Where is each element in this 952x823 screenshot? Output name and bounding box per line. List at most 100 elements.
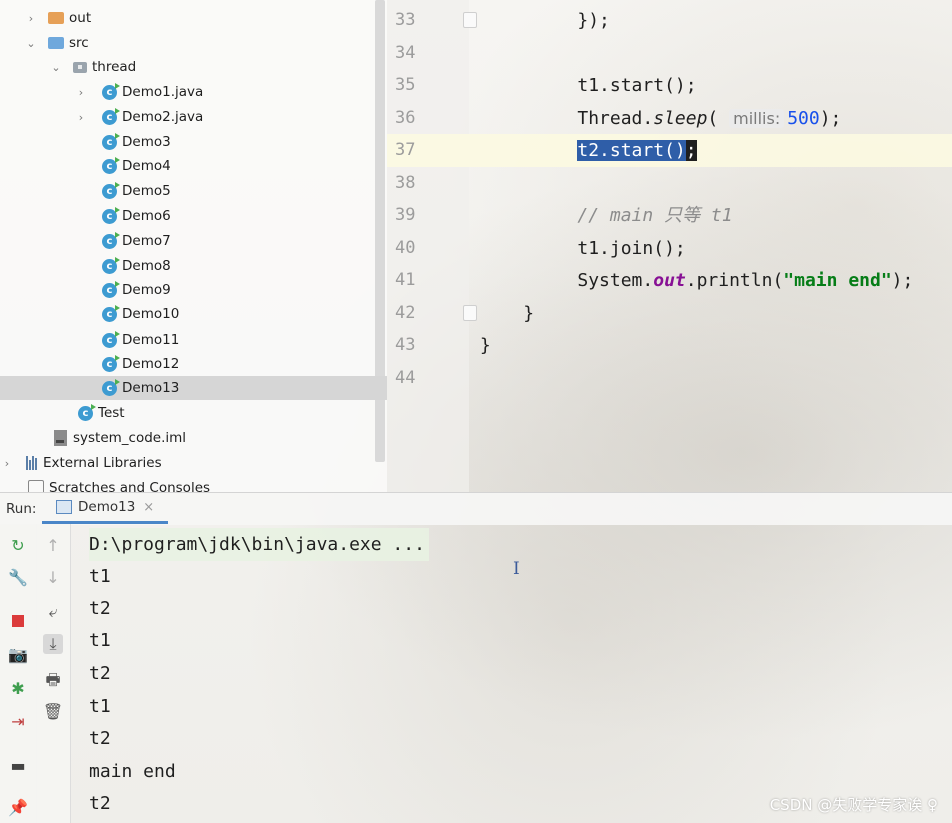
parameter-hint: millis: xyxy=(729,109,785,128)
tree-item-src[interactable]: ⌄ src xyxy=(0,31,387,55)
java-class-icon: c xyxy=(102,231,120,249)
source-folder-icon xyxy=(48,37,64,49)
soft-wrap-icon[interactable]: ⤶ xyxy=(43,602,63,622)
line-number: 37 xyxy=(395,140,416,160)
tree-item-label: thread xyxy=(92,59,137,75)
tree-item-demo12[interactable]: c Demo12 xyxy=(0,352,387,376)
console-line: t1 xyxy=(89,630,111,651)
watermark: CSDN @失败学专家诶 ♀ xyxy=(769,796,938,814)
code-comment: // main 只等 t1 xyxy=(577,205,733,226)
console-line: D:\program\jdk\bin\java.exe ... xyxy=(89,528,429,561)
login-icon[interactable]: ⇥ xyxy=(8,712,28,732)
code-line-40[interactable]: t1.join(); xyxy=(469,232,952,265)
tree-item-label: out xyxy=(69,10,92,26)
tree-item-demo9[interactable]: c Demo9 xyxy=(0,278,387,302)
tree-item-demo7[interactable]: c Demo7 xyxy=(0,229,387,253)
tree-item-label: External Libraries xyxy=(43,455,162,471)
tree-item-demo3[interactable]: c Demo3 xyxy=(0,130,387,154)
wrench-icon[interactable]: 🔧 xyxy=(8,568,28,588)
java-class-icon: c xyxy=(102,256,120,274)
tree-item-label: Demo1.java xyxy=(122,84,204,100)
run-label: Run: xyxy=(6,501,37,517)
code-text: System. xyxy=(577,270,654,291)
tree-item-demo2[interactable]: › c Demo2.java xyxy=(0,105,387,129)
tree-item-label: Scratches and Consoles xyxy=(49,480,211,492)
code-text: t1.start(); xyxy=(577,75,697,96)
tree-item-label: Demo8 xyxy=(122,258,171,274)
code-text: ( xyxy=(707,108,719,129)
text-cursor-icon: I xyxy=(513,559,520,579)
console-line: t2 xyxy=(89,598,111,619)
console-output[interactable]: D:\program\jdk\bin\java.exe ... t1 t2 t1… xyxy=(71,524,952,823)
camera-icon[interactable]: 📷 xyxy=(8,645,28,665)
tree-item-external-libraries[interactable]: › External Libraries xyxy=(0,451,387,475)
tree-item-demo4[interactable]: c Demo4 xyxy=(0,154,387,178)
collapse-arrow-icon[interactable]: ⌄ xyxy=(49,61,63,74)
selected-code: t2.start() xyxy=(577,140,686,161)
java-class-icon: c xyxy=(102,304,120,322)
tree-item-scratches[interactable]: Scratches and Consoles xyxy=(0,476,387,492)
tree-item-label: src xyxy=(69,35,89,51)
code-field-out: out xyxy=(653,270,686,291)
code-line-35[interactable]: t1.start(); xyxy=(469,69,952,102)
down-arrow-icon[interactable]: ↓ xyxy=(43,568,63,588)
line-number: 35 xyxy=(395,75,416,95)
scroll-to-end-icon[interactable]: ⤓ xyxy=(43,634,63,654)
code-number: 500 xyxy=(787,108,820,129)
debug-bug-icon[interactable]: ✱ xyxy=(8,679,28,699)
tree-item-demo13[interactable]: c Demo13 xyxy=(0,376,387,400)
expand-arrow-icon[interactable]: › xyxy=(74,86,88,99)
expand-arrow-icon[interactable]: › xyxy=(24,12,38,25)
tree-item-label: Demo5 xyxy=(122,183,171,199)
tree-item-label: Demo3 xyxy=(122,134,171,150)
run-tab-demo13[interactable]: Demo13 × xyxy=(42,493,168,524)
tree-item-demo5[interactable]: c Demo5 xyxy=(0,179,387,203)
layout-icon[interactable]: ▬ xyxy=(8,756,28,776)
tree-item-thread[interactable]: ⌄ thread xyxy=(0,55,387,79)
code-line-36[interactable]: Thread.sleep( millis: 500); xyxy=(469,102,952,135)
expand-arrow-icon[interactable]: › xyxy=(0,457,14,470)
line-number: 39 xyxy=(395,205,416,225)
tree-item-demo6[interactable]: c Demo6 xyxy=(0,204,387,228)
expand-arrow-icon[interactable]: › xyxy=(74,111,88,124)
tree-item-label: Test xyxy=(98,405,125,421)
code-method-sleep: sleep xyxy=(653,108,708,129)
tree-item-demo8[interactable]: c Demo8 xyxy=(0,254,387,278)
tree-item-iml[interactable]: system_code.iml xyxy=(0,426,387,450)
code-line-39[interactable]: // main 只等 t1 xyxy=(469,199,952,232)
console-tab-icon xyxy=(56,500,72,514)
tree-item-demo11[interactable]: c Demo11 xyxy=(0,328,387,352)
package-icon xyxy=(73,61,87,73)
tree-item-out[interactable]: › out xyxy=(0,6,387,30)
code-text: }); xyxy=(577,10,610,31)
java-class-icon: c xyxy=(102,107,120,125)
libraries-icon xyxy=(26,456,37,470)
print-icon[interactable]: 🖶 xyxy=(43,670,63,690)
java-class-icon: c xyxy=(102,280,120,298)
pin-icon[interactable]: 📌 xyxy=(8,798,28,818)
tree-item-demo10[interactable]: c Demo10 xyxy=(0,302,387,326)
java-class-icon: c xyxy=(102,378,120,396)
tree-item-label: Demo10 xyxy=(122,306,180,322)
trash-icon[interactable]: 🗑 xyxy=(43,702,63,722)
close-tab-icon[interactable]: × xyxy=(143,500,154,515)
code-line-41[interactable]: System.out.println("main end"); xyxy=(469,264,952,297)
java-class-icon: c xyxy=(102,156,120,174)
tree-item-label: Demo6 xyxy=(122,208,171,224)
java-class-icon: c xyxy=(102,206,120,224)
console-line: main end xyxy=(89,761,176,782)
java-class-icon: c xyxy=(102,330,120,348)
tree-item-test[interactable]: c Test xyxy=(0,401,387,425)
code-line-33[interactable]: }); xyxy=(469,4,952,37)
code-line-37[interactable]: t2.start(); xyxy=(469,134,952,167)
line-number: 33 xyxy=(395,10,416,30)
tree-item-demo1[interactable]: › c Demo1.java xyxy=(0,80,387,104)
code-line-42[interactable]: } xyxy=(469,297,952,330)
stop-icon[interactable] xyxy=(8,611,28,631)
code-line-43[interactable]: } xyxy=(469,329,952,362)
rerun-icon[interactable]: ↻ xyxy=(8,536,28,556)
up-arrow-icon[interactable]: ↑ xyxy=(43,536,63,556)
console-line: t2 xyxy=(89,663,111,684)
line-number: 42 xyxy=(395,303,416,323)
collapse-arrow-icon[interactable]: ⌄ xyxy=(24,37,38,50)
